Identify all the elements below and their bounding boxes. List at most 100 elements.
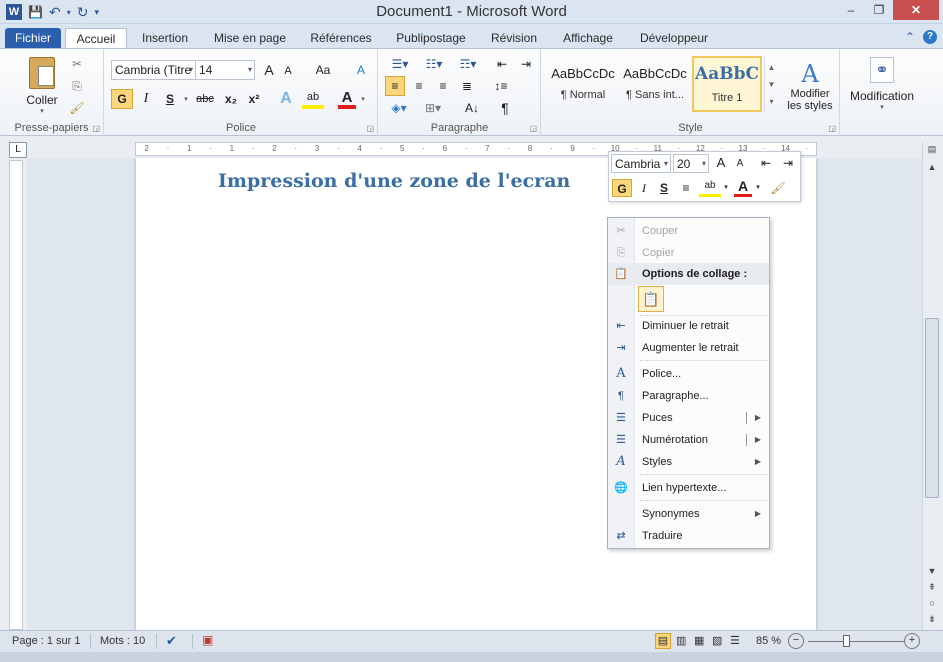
paragraph-launcher-icon[interactable]: ◲ xyxy=(529,124,537,133)
print-layout-icon[interactable]: ▤ xyxy=(655,633,671,649)
change-case-button[interactable]: Aa xyxy=(311,61,335,79)
menu-item-translate[interactable]: ⇄ Traduire xyxy=(608,525,769,547)
styles-scroll[interactable]: ▲ ▼ ▾ xyxy=(764,56,778,112)
clear-formatting-button[interactable]: A xyxy=(352,61,370,79)
restore-button[interactable]: ❐ xyxy=(865,0,893,20)
minimize-ribbon-icon[interactable]: ⌃ xyxy=(905,30,915,44)
bold-button[interactable]: G xyxy=(111,89,133,109)
subscript-button[interactable]: x₂ xyxy=(221,89,241,109)
minimize-button[interactable]: – xyxy=(837,0,865,20)
borders-icon[interactable]: ⊞▾ xyxy=(419,99,447,117)
strikethrough-button[interactable]: abc xyxy=(193,89,217,109)
menu-item-paragraph[interactable]: ¶ Paragraphe... xyxy=(608,385,769,407)
zoom-slider-thumb[interactable] xyxy=(843,635,850,647)
menu-item-cut[interactable]: ✂ Couper xyxy=(608,220,769,242)
shrink-font-button[interactable]: A xyxy=(280,63,296,79)
scroll-down-arrow[interactable]: ▼ xyxy=(923,566,941,576)
scroll-up-icon[interactable]: ▲ xyxy=(768,63,776,72)
help-icon[interactable]: ? xyxy=(923,30,937,44)
copy-icon[interactable]: ⎘ xyxy=(68,77,86,95)
tab-selector[interactable]: L xyxy=(9,142,27,158)
mini-grow-font-button[interactable]: A xyxy=(712,154,730,172)
font-launcher-icon[interactable]: ◲ xyxy=(366,124,374,133)
menu-item-decrease-indent[interactable]: ⇤ Diminuer le retrait xyxy=(608,315,769,337)
mini-font-color-button[interactable]: A xyxy=(734,179,752,197)
previous-page-icon[interactable]: ⇞ xyxy=(923,582,941,593)
highlight-button[interactable]: ab xyxy=(302,89,324,109)
tab-accueil[interactable]: Accueil xyxy=(65,28,127,49)
mini-decrease-indent-icon[interactable]: ⇤ xyxy=(757,154,775,172)
style-no-spacing[interactable]: AaBbCcDc ¶ Sans int... xyxy=(620,56,690,112)
full-screen-reading-icon[interactable]: ▥ xyxy=(676,634,686,647)
mini-shrink-font-button[interactable]: A xyxy=(731,155,749,173)
format-painter-icon[interactable]: 🖌 xyxy=(68,99,86,117)
zoom-out-button[interactable]: − xyxy=(788,633,804,649)
tab-insertion[interactable]: Insertion xyxy=(131,28,199,49)
mini-bold-button[interactable]: G xyxy=(612,179,632,197)
italic-button[interactable]: I xyxy=(137,89,155,109)
menu-item-increase-indent[interactable]: ⇥ Augmenter le retrait xyxy=(608,337,769,359)
zoom-slider-track[interactable] xyxy=(808,641,904,642)
font-name-combo[interactable]: Cambria (Titre ▾ xyxy=(111,60,196,80)
align-left-icon[interactable]: ≡ xyxy=(385,76,405,96)
underline-dropdown-icon[interactable]: ▾ xyxy=(181,89,191,109)
zoom-level[interactable]: 85 % xyxy=(756,635,781,647)
scrollbar-thumb[interactable] xyxy=(925,318,939,498)
page-count[interactable]: Page : 1 sur 1 xyxy=(12,635,81,647)
web-layout-icon[interactable]: ▦ xyxy=(694,634,704,647)
macro-record-icon[interactable]: ▣ xyxy=(202,633,213,647)
mini-size-combo[interactable]: 20 ▾ xyxy=(673,154,709,173)
sort-icon[interactable]: A↓ xyxy=(461,99,483,117)
tab-revision[interactable]: Révision xyxy=(482,28,546,49)
mini-highlight-dropdown-icon[interactable]: ▾ xyxy=(721,179,731,197)
justify-icon[interactable]: ≣ xyxy=(457,76,477,96)
vertical-scrollbar[interactable]: ▤ ▲ ▼ ⇞ ○ ⇟ xyxy=(922,142,940,630)
menu-item-font[interactable]: A Police... xyxy=(608,363,769,385)
clipboard-launcher-icon[interactable]: ◲ xyxy=(92,124,100,133)
editing-button[interactable]: ⚭ Modification ▾ xyxy=(847,53,917,115)
shading-icon[interactable]: ◈▾ xyxy=(385,99,413,117)
tab-publipostage[interactable]: Publipostage xyxy=(386,28,476,49)
grow-font-button[interactable]: A xyxy=(260,61,278,79)
view-ruler-icon[interactable]: ▤ xyxy=(923,144,941,155)
align-center-icon[interactable]: ≡ xyxy=(409,76,429,96)
scroll-up-arrow[interactable]: ▲ xyxy=(923,162,941,172)
submenu-arrow-icon[interactable]: ▶ xyxy=(755,407,761,429)
paste-button[interactable]: Coller ▾ xyxy=(20,55,64,117)
tab-fichier[interactable]: Fichier xyxy=(5,28,61,49)
draft-icon[interactable]: ☰ xyxy=(730,634,740,647)
mini-font-color-dropdown-icon[interactable]: ▾ xyxy=(753,179,763,197)
browse-object-icon[interactable]: ○ xyxy=(923,598,941,608)
submenu-arrow-icon[interactable]: ▶ xyxy=(755,429,761,451)
menu-item-numbering[interactable]: ☰ Numérotation ▶ xyxy=(608,429,769,451)
increase-indent-icon[interactable]: ⇥ xyxy=(516,55,536,73)
menu-item-hyperlink[interactable]: 🌐 Lien hypertexte... xyxy=(608,477,769,499)
tab-affichage[interactable]: Affichage xyxy=(553,28,623,49)
cut-icon[interactable]: ✂ xyxy=(68,55,86,73)
change-styles-button[interactable]: A Modifier les styles xyxy=(782,53,838,119)
menu-item-bullets[interactable]: ☰ Puces ▶ xyxy=(608,407,769,429)
scroll-down-icon[interactable]: ▼ xyxy=(768,80,776,89)
mini-underline-button[interactable]: S xyxy=(655,179,673,197)
underline-button[interactable]: S xyxy=(161,89,179,109)
numbering-icon[interactable]: ☷▾ xyxy=(419,55,449,73)
vertical-ruler[interactable] xyxy=(9,160,23,630)
mini-center-icon[interactable]: ≡ xyxy=(677,179,695,197)
word-count[interactable]: Mots : 10 xyxy=(100,635,145,647)
text-effects-button[interactable]: A xyxy=(276,89,296,109)
bullets-icon[interactable]: ☰▾ xyxy=(385,55,415,73)
show-formatting-icon[interactable]: ¶ xyxy=(495,99,515,117)
decrease-indent-icon[interactable]: ⇤ xyxy=(492,55,512,73)
mini-format-painter-icon[interactable]: 🖌 xyxy=(769,179,787,197)
menu-item-copy[interactable]: ⎘ Copier xyxy=(608,242,769,264)
styles-launcher-icon[interactable]: ◲ xyxy=(828,124,836,133)
tab-developpeur[interactable]: Développeur xyxy=(630,28,718,49)
mini-highlight-button[interactable]: ab xyxy=(699,179,721,197)
mini-italic-button[interactable]: I xyxy=(635,179,653,197)
mini-increase-indent-icon[interactable]: ⇥ xyxy=(779,154,797,172)
tab-mise-en-page[interactable]: Mise en page xyxy=(205,28,295,49)
zoom-in-button[interactable]: + xyxy=(904,633,920,649)
outline-icon[interactable]: ▧ xyxy=(712,634,722,647)
next-page-icon[interactable]: ⇟ xyxy=(923,614,941,625)
mini-font-combo[interactable]: Cambria ▾ xyxy=(611,154,671,173)
